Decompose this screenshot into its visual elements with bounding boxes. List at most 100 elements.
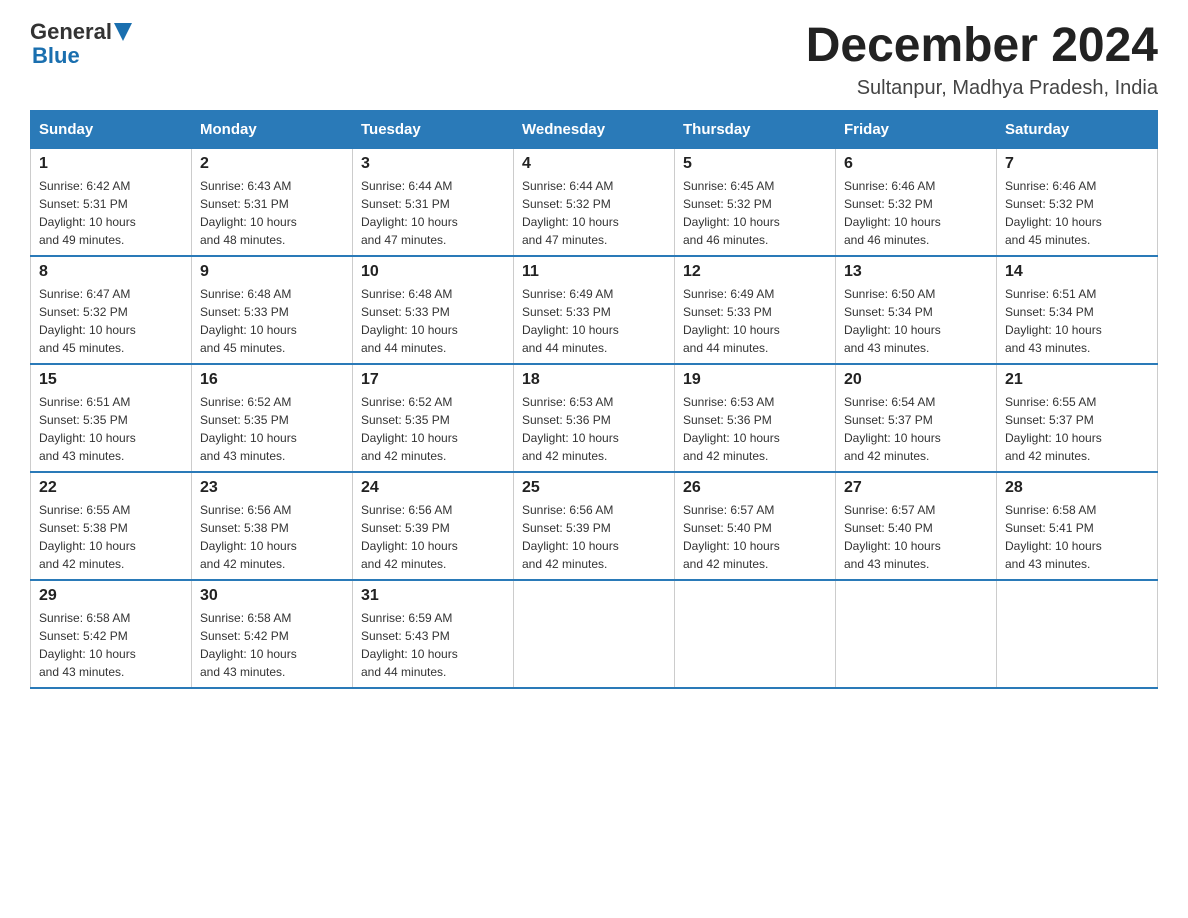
day-number: 9 <box>200 263 344 281</box>
day-number: 25 <box>522 479 666 497</box>
calendar-day-cell: 23 Sunrise: 6:56 AMSunset: 5:38 PMDayligh… <box>192 472 353 580</box>
calendar-day-cell: 30Sunrise: 6:58 AMSunset: 5:42 PMDayligh… <box>192 580 353 688</box>
day-number: 23 <box>200 479 344 497</box>
calendar-day-cell: 9 Sunrise: 6:48 AMSunset: 5:33 PMDaylight… <box>192 256 353 364</box>
day-info: Sunrise: 6:48 AMSunset: 5:33 PMDaylight:… <box>361 285 505 357</box>
day-number: 29 <box>39 587 183 605</box>
day-info: Sunrise: 6:53 AMSunset: 5:36 PMDaylight:… <box>522 393 666 465</box>
calendar-day-cell <box>514 580 675 688</box>
calendar-day-cell: 1 Sunrise: 6:42 AMSunset: 5:31 PMDaylight… <box>31 148 192 256</box>
calendar-day-cell: 25 Sunrise: 6:56 AMSunset: 5:39 PMDayligh… <box>514 472 675 580</box>
day-info: Sunrise: 6:53 AMSunset: 5:36 PMDaylight:… <box>683 393 827 465</box>
day-info: Sunrise: 6:48 AMSunset: 5:33 PMDaylight:… <box>200 285 344 357</box>
day-number: 14 <box>1005 263 1149 281</box>
day-info: Sunrise: 6:51 AMSunset: 5:35 PMDaylight:… <box>39 393 183 465</box>
month-title: December 2024 <box>806 20 1158 73</box>
day-number: 31 <box>361 587 505 605</box>
calendar-week-row: 8Sunrise: 6:47 AMSunset: 5:32 PMDaylight… <box>31 256 1158 364</box>
day-number: 22 <box>39 479 183 497</box>
day-number: 17 <box>361 371 505 389</box>
day-number: 28 <box>1005 479 1149 497</box>
page-header: General Blue December 2024 Sultanpur, Ma… <box>30 20 1158 100</box>
calendar-day-cell: 24 Sunrise: 6:56 AMSunset: 5:39 PMDayligh… <box>353 472 514 580</box>
day-number: 8 <box>39 263 183 281</box>
day-number: 21 <box>1005 371 1149 389</box>
weekday-header-cell: Wednesday <box>514 110 675 148</box>
day-number: 1 <box>39 155 183 173</box>
weekday-header-row: SundayMondayTuesdayWednesdayThursdayFrid… <box>31 110 1158 148</box>
day-info: Sunrise: 6:50 AMSunset: 5:34 PMDaylight:… <box>844 285 988 357</box>
day-info: Sunrise: 6:44 AMSunset: 5:32 PMDaylight:… <box>522 177 666 249</box>
day-info: Sunrise: 6:55 AMSunset: 5:38 PMDaylight:… <box>39 501 183 573</box>
day-info: Sunrise: 6:58 AMSunset: 5:42 PMDaylight:… <box>39 609 183 681</box>
day-number: 12 <box>683 263 827 281</box>
day-info: Sunrise: 6:54 AMSunset: 5:37 PMDaylight:… <box>844 393 988 465</box>
calendar-day-cell: 22 Sunrise: 6:55 AMSunset: 5:38 PMDayligh… <box>31 472 192 580</box>
day-number: 6 <box>844 155 988 173</box>
day-info: Sunrise: 6:51 AMSunset: 5:34 PMDaylight:… <box>1005 285 1149 357</box>
calendar-day-cell: 8Sunrise: 6:47 AMSunset: 5:32 PMDaylight… <box>31 256 192 364</box>
calendar-day-cell: 20 Sunrise: 6:54 AMSunset: 5:37 PMDayligh… <box>836 364 997 472</box>
calendar-day-cell: 21Sunrise: 6:55 AMSunset: 5:37 PMDayligh… <box>997 364 1158 472</box>
day-number: 2 <box>200 155 344 173</box>
day-info: Sunrise: 6:43 AMSunset: 5:31 PMDaylight:… <box>200 177 344 249</box>
day-info: Sunrise: 6:46 AMSunset: 5:32 PMDaylight:… <box>844 177 988 249</box>
day-number: 10 <box>361 263 505 281</box>
day-number: 3 <box>361 155 505 173</box>
calendar-day-cell: 14 Sunrise: 6:51 AMSunset: 5:34 PMDayligh… <box>997 256 1158 364</box>
calendar-day-cell: 31 Sunrise: 6:59 AMSunset: 5:43 PMDayligh… <box>353 580 514 688</box>
day-number: 30 <box>200 587 344 605</box>
calendar-day-cell: 6 Sunrise: 6:46 AMSunset: 5:32 PMDaylight… <box>836 148 997 256</box>
day-number: 5 <box>683 155 827 173</box>
day-info: Sunrise: 6:57 AMSunset: 5:40 PMDaylight:… <box>683 501 827 573</box>
calendar-day-cell: 4 Sunrise: 6:44 AMSunset: 5:32 PMDaylight… <box>514 148 675 256</box>
calendar-day-cell: 26 Sunrise: 6:57 AMSunset: 5:40 PMDayligh… <box>675 472 836 580</box>
calendar-day-cell <box>675 580 836 688</box>
calendar-body: 1 Sunrise: 6:42 AMSunset: 5:31 PMDaylight… <box>31 148 1158 688</box>
calendar-day-cell: 28 Sunrise: 6:58 AMSunset: 5:41 PMDayligh… <box>997 472 1158 580</box>
day-info: Sunrise: 6:56 AMSunset: 5:39 PMDaylight:… <box>361 501 505 573</box>
calendar-day-cell: 3 Sunrise: 6:44 AMSunset: 5:31 PMDaylight… <box>353 148 514 256</box>
calendar-day-cell <box>997 580 1158 688</box>
calendar-day-cell: 15 Sunrise: 6:51 AMSunset: 5:35 PMDayligh… <box>31 364 192 472</box>
day-info: Sunrise: 6:56 AMSunset: 5:38 PMDaylight:… <box>200 501 344 573</box>
day-number: 4 <box>522 155 666 173</box>
day-number: 7 <box>1005 155 1149 173</box>
calendar-week-row: 29 Sunrise: 6:58 AMSunset: 5:42 PMDayligh… <box>31 580 1158 688</box>
day-number: 13 <box>844 263 988 281</box>
day-number: 18 <box>522 371 666 389</box>
calendar-week-row: 1 Sunrise: 6:42 AMSunset: 5:31 PMDaylight… <box>31 148 1158 256</box>
logo: General Blue <box>30 20 132 68</box>
calendar-week-row: 15 Sunrise: 6:51 AMSunset: 5:35 PMDayligh… <box>31 364 1158 472</box>
day-info: Sunrise: 6:45 AMSunset: 5:32 PMDaylight:… <box>683 177 827 249</box>
day-info: Sunrise: 6:58 AMSunset: 5:41 PMDaylight:… <box>1005 501 1149 573</box>
logo-general-text: General <box>30 20 112 44</box>
calendar-table: SundayMondayTuesdayWednesdayThursdayFrid… <box>30 110 1158 689</box>
calendar-week-row: 22 Sunrise: 6:55 AMSunset: 5:38 PMDayligh… <box>31 472 1158 580</box>
calendar-day-cell: 17Sunrise: 6:52 AMSunset: 5:35 PMDayligh… <box>353 364 514 472</box>
calendar-day-cell: 7Sunrise: 6:46 AMSunset: 5:32 PMDaylight… <box>997 148 1158 256</box>
day-number: 16 <box>200 371 344 389</box>
day-info: Sunrise: 6:49 AMSunset: 5:33 PMDaylight:… <box>683 285 827 357</box>
day-number: 24 <box>361 479 505 497</box>
day-number: 15 <box>39 371 183 389</box>
calendar-day-cell: 27 Sunrise: 6:57 AMSunset: 5:40 PMDayligh… <box>836 472 997 580</box>
title-block: December 2024 Sultanpur, Madhya Pradesh,… <box>806 20 1158 100</box>
day-info: Sunrise: 6:57 AMSunset: 5:40 PMDaylight:… <box>844 501 988 573</box>
day-number: 19 <box>683 371 827 389</box>
day-number: 11 <box>522 263 666 281</box>
calendar-day-cell: 12 Sunrise: 6:49 AMSunset: 5:33 PMDayligh… <box>675 256 836 364</box>
calendar-day-cell <box>836 580 997 688</box>
day-info: Sunrise: 6:42 AMSunset: 5:31 PMDaylight:… <box>39 177 183 249</box>
day-info: Sunrise: 6:59 AMSunset: 5:43 PMDaylight:… <box>361 609 505 681</box>
calendar-day-cell: 5 Sunrise: 6:45 AMSunset: 5:32 PMDaylight… <box>675 148 836 256</box>
calendar-day-cell: 29 Sunrise: 6:58 AMSunset: 5:42 PMDayligh… <box>31 580 192 688</box>
day-info: Sunrise: 6:52 AMSunset: 5:35 PMDaylight:… <box>200 393 344 465</box>
calendar-day-cell: 10 Sunrise: 6:48 AMSunset: 5:33 PMDayligh… <box>353 256 514 364</box>
day-info: Sunrise: 6:49 AMSunset: 5:33 PMDaylight:… <box>522 285 666 357</box>
day-number: 26 <box>683 479 827 497</box>
day-info: Sunrise: 6:44 AMSunset: 5:31 PMDaylight:… <box>361 177 505 249</box>
day-info: Sunrise: 6:56 AMSunset: 5:39 PMDaylight:… <box>522 501 666 573</box>
day-number: 27 <box>844 479 988 497</box>
day-number: 20 <box>844 371 988 389</box>
